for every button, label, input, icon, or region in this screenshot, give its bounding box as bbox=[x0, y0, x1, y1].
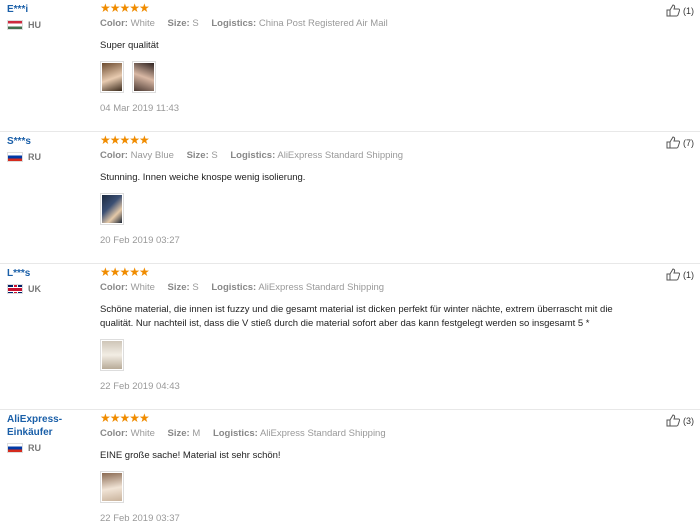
review-photo-thumbnail[interactable] bbox=[100, 471, 124, 503]
helpful-button[interactable]: (7) bbox=[666, 136, 694, 149]
reviewer-info: AliExpress-Einkäufer RU bbox=[7, 413, 92, 453]
thumbs-up-icon bbox=[666, 414, 680, 427]
country-code: UK bbox=[28, 284, 41, 294]
star-rating: ★★★★★ bbox=[100, 411, 150, 425]
review-images bbox=[100, 471, 630, 503]
helpful-button[interactable]: (3) bbox=[666, 414, 694, 427]
review-text: Stunning. Innen weiche knospe wenig isol… bbox=[100, 172, 306, 183]
size-value: S bbox=[192, 18, 199, 29]
size-label: Size: bbox=[167, 18, 190, 29]
reviewer-country: RU bbox=[7, 443, 92, 453]
review-body: ★★★★★ Color: White Size: M Logistics: Al… bbox=[100, 412, 630, 524]
logistics-value: AliExpress Standard Shipping bbox=[259, 428, 386, 439]
helpful-count: (7) bbox=[683, 137, 694, 148]
size-label: Size: bbox=[167, 282, 190, 293]
review-photo-thumbnail[interactable] bbox=[100, 61, 124, 93]
color-label: Color: bbox=[100, 18, 128, 29]
size-value: S bbox=[211, 150, 218, 161]
logistics-label: Logistics: bbox=[212, 428, 258, 439]
order-attributes: Color: White Size: M Logistics: AliExpre… bbox=[100, 428, 630, 440]
color-label: Color: bbox=[100, 150, 128, 161]
reviewer-info: L***s UK bbox=[7, 267, 92, 294]
russia-flag-icon bbox=[7, 443, 23, 453]
review-date: 22 Feb 2019 04:43 bbox=[100, 381, 180, 392]
color-value: Navy Blue bbox=[130, 150, 174, 161]
reviewer-country: UK bbox=[7, 284, 92, 294]
star-rating: ★★★★★ bbox=[100, 1, 150, 15]
review-item: L***s UK ★★★★★ Color: White Size: S Logi… bbox=[0, 264, 700, 410]
country-code: RU bbox=[28, 443, 41, 453]
size-label: Size: bbox=[167, 428, 190, 439]
helpful-count: (1) bbox=[683, 5, 694, 16]
size-label: Size: bbox=[186, 150, 209, 161]
size-value: M bbox=[192, 428, 201, 439]
helpful-button[interactable]: (1) bbox=[666, 268, 694, 281]
review-item: S***s RU ★★★★★ Color: Navy Blue Size: S … bbox=[0, 132, 700, 264]
logistics-label: Logistics: bbox=[230, 150, 276, 161]
order-attributes: Color: Navy Blue Size: S Logistics: AliE… bbox=[100, 150, 630, 162]
thumbs-up-icon bbox=[666, 136, 680, 149]
order-attributes: Color: White Size: S Logistics: AliExpre… bbox=[100, 282, 630, 294]
reviewer-country: RU bbox=[7, 152, 92, 162]
review-images bbox=[100, 339, 630, 371]
thumbs-up-icon bbox=[666, 4, 680, 17]
logistics-label: Logistics: bbox=[211, 282, 257, 293]
logistics-value: AliExpress Standard Shipping bbox=[258, 282, 385, 293]
reviewer-name: S***s bbox=[7, 136, 31, 147]
review-photo-thumbnail[interactable] bbox=[100, 339, 124, 371]
review-photo-thumbnail[interactable] bbox=[132, 61, 156, 93]
country-code: HU bbox=[28, 20, 41, 30]
review-item: AliExpress-Einkäufer RU ★★★★★ Color: Whi… bbox=[0, 410, 700, 526]
review-text: Super qualität bbox=[100, 40, 159, 51]
reviewer-country: HU bbox=[7, 20, 92, 30]
review-body: ★★★★★ Color: White Size: S Logistics: Al… bbox=[100, 266, 630, 392]
review-body: ★★★★★ Color: White Size: S Logistics: Ch… bbox=[100, 2, 630, 114]
review-body: ★★★★★ Color: Navy Blue Size: S Logistics… bbox=[100, 134, 630, 246]
helpful-button[interactable]: (1) bbox=[666, 4, 694, 17]
reviewer-info: S***s RU bbox=[7, 135, 92, 162]
logistics-value: AliExpress Standard Shipping bbox=[277, 150, 404, 161]
review-text: EINE große sache! Material ist sehr schö… bbox=[100, 450, 281, 461]
reviewer-name: L***s bbox=[7, 268, 31, 279]
review-images bbox=[100, 61, 630, 93]
russia-flag-icon bbox=[7, 152, 23, 162]
reviewer-name: E***i bbox=[7, 4, 29, 15]
country-code: RU bbox=[28, 152, 41, 162]
color-value: White bbox=[130, 282, 155, 293]
review-date: 04 Mar 2019 11:43 bbox=[100, 103, 180, 114]
helpful-count: (1) bbox=[683, 269, 694, 280]
review-images bbox=[100, 193, 630, 225]
review-date: 20 Feb 2019 03:27 bbox=[100, 235, 180, 246]
helpful-count: (3) bbox=[683, 415, 694, 426]
size-value: S bbox=[192, 282, 199, 293]
review-item: E***i HU ★★★★★ Color: White Size: S Logi… bbox=[0, 0, 700, 132]
star-rating: ★★★★★ bbox=[100, 133, 150, 147]
review-text: Schöne material, die innen ist fuzzy und… bbox=[100, 304, 613, 329]
logistics-value: China Post Registered Air Mail bbox=[258, 18, 388, 29]
reviewer-name: AliExpress-Einkäufer bbox=[7, 414, 63, 438]
star-rating: ★★★★★ bbox=[100, 265, 150, 279]
color-label: Color: bbox=[100, 282, 128, 293]
review-date: 22 Feb 2019 03:37 bbox=[100, 513, 180, 524]
order-attributes: Color: White Size: S Logistics: China Po… bbox=[100, 18, 630, 30]
reviewer-info: E***i HU bbox=[7, 3, 92, 30]
uk-flag-icon bbox=[7, 284, 23, 294]
color-value: White bbox=[130, 428, 155, 439]
color-value: White bbox=[130, 18, 155, 29]
thumbs-up-icon bbox=[666, 268, 680, 281]
review-photo-thumbnail[interactable] bbox=[100, 193, 124, 225]
hungary-flag-icon bbox=[7, 20, 23, 30]
color-label: Color: bbox=[100, 428, 128, 439]
logistics-label: Logistics: bbox=[211, 18, 257, 29]
